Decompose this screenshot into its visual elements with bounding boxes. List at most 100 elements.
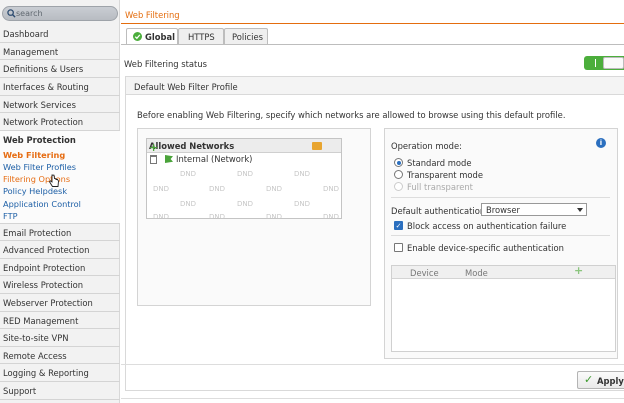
sidebar-item-web-protection[interactable]: Web Protection Web Filtering Web Filter … — [0, 131, 120, 224]
sidebar-item-label: Email Protection — [3, 228, 72, 238]
radio-transparent-mode-label[interactable]: Transparent mode — [407, 170, 483, 180]
network-flag-icon — [165, 155, 173, 163]
search-placeholder: search — [16, 9, 43, 18]
profile-title: Default Web Filter Profile — [134, 82, 238, 92]
sidebar-item-logging-reporting[interactable]: Logging & Reporting — [0, 364, 120, 382]
dnd-watermark: DND — [180, 170, 197, 178]
list-item[interactable]: Internal (Network) — [147, 153, 341, 166]
web-filtering-status-toggle[interactable] — [584, 56, 624, 70]
sidebar-item-wireless-protection[interactable]: Wireless Protection — [0, 276, 120, 294]
tab-global[interactable]: Global — [126, 28, 178, 45]
page-title: Web Filtering — [125, 10, 180, 20]
sidebar-item-label: Remote Access — [3, 351, 67, 361]
sidebar-item-advanced-protection[interactable]: Advanced Protection — [0, 241, 120, 259]
check-circle-icon — [133, 32, 142, 41]
trash-icon[interactable] — [150, 155, 157, 164]
toggle-handle[interactable] — [603, 57, 624, 69]
dnd-watermark: DND — [294, 170, 311, 178]
profile-header: Default Web Filter Profile — [126, 77, 624, 95]
dnd-watermark: DND — [266, 185, 283, 193]
sidebar-subitem-filtering-options[interactable]: Filtering Options — [3, 174, 70, 184]
sidebar-subitem-ftp[interactable]: FTP — [3, 211, 18, 221]
operation-settings-panel: Operation mode: i Standard mode Transpar… — [384, 128, 618, 359]
allowed-networks-panel: Allowed Networks + Internal (Network) DN… — [137, 128, 371, 306]
default-authentication-select[interactable]: Browser — [481, 203, 587, 216]
radio-full-transparent — [394, 182, 403, 191]
sidebar-item-dashboard[interactable]: Dashboard — [0, 25, 120, 43]
sidebar-subitem-web-filtering[interactable]: Web Filtering — [3, 150, 65, 160]
sidebar-item-email-protection[interactable]: Email Protection — [0, 224, 120, 241]
sidebar-subitem-web-filter-profiles[interactable]: Web Filter Profiles — [3, 162, 76, 172]
select-value: Browser — [486, 205, 520, 215]
sidebar-item-label: Site-to-site VPN — [3, 333, 69, 343]
dnd-watermark: DND — [153, 213, 170, 221]
radio-standard-mode-label[interactable]: Standard mode — [407, 158, 472, 168]
sidebar: search Dashboard Management Definitions … — [0, 0, 120, 403]
sidebar-item-network-protection[interactable]: Network Protection — [0, 113, 120, 131]
tab-policies[interactable]: Policies — [224, 28, 268, 44]
folder-icon[interactable] — [312, 142, 322, 150]
chevron-down-icon — [577, 208, 583, 212]
network-name: Internal (Network) — [176, 154, 253, 164]
add-device-icon[interactable]: + — [574, 264, 583, 277]
sidebar-item-network-services[interactable]: Network Services — [0, 96, 120, 113]
device-table: Device Mode + — [391, 264, 616, 352]
sidebar-item-red-management[interactable]: RED Management — [0, 312, 120, 329]
sidebar-item-label: Interfaces & Routing — [3, 82, 89, 92]
sidebar-subitem-application-control[interactable]: Application Control — [3, 199, 81, 209]
column-header-device: Device — [410, 268, 439, 278]
radio-full-transparent-label: Full transparent — [407, 182, 473, 192]
radio-standard-mode[interactable] — [394, 158, 403, 167]
operation-mode-label: Operation mode: — [391, 141, 462, 151]
dnd-watermark: DND — [180, 200, 197, 208]
sidebar-item-label: Web Protection — [3, 135, 76, 145]
apply-button-label: Apply — [597, 376, 624, 386]
sidebar-item-label: Support — [3, 386, 37, 396]
sidebar-item-label: Management — [3, 47, 59, 57]
device-auth-checkbox[interactable] — [394, 243, 403, 252]
apply-button[interactable]: ✓ Apply — [577, 371, 624, 389]
dnd-watermark: DND — [266, 213, 283, 221]
sidebar-item-interfaces-routing[interactable]: Interfaces & Routing — [0, 78, 120, 96]
tab-divider — [121, 44, 624, 45]
block-access-checkbox[interactable]: ✓ — [394, 221, 403, 230]
dnd-watermark: DND — [323, 213, 340, 221]
sidebar-item-label: Logging & Reporting — [3, 368, 89, 378]
default-authentication-label: Default authentication: — [391, 206, 488, 216]
column-header-mode: Mode — [465, 268, 488, 278]
sidebar-item-webserver-protection[interactable]: Webserver Protection — [0, 294, 120, 312]
divider — [121, 398, 624, 399]
sidebar-item-label: Network Protection — [3, 117, 83, 127]
default-profile-panel: Default Web Filter Profile Before enabli… — [125, 76, 624, 391]
radio-transparent-mode[interactable] — [394, 170, 403, 179]
device-auth-label[interactable]: Enable device-specific authentication — [407, 243, 564, 253]
sidebar-item-label: Webserver Protection — [3, 298, 93, 308]
block-access-label[interactable]: Block access on authentication failure — [407, 221, 566, 231]
sidebar-item-label: Wireless Protection — [3, 280, 84, 290]
search-input[interactable]: search — [2, 6, 118, 21]
app-window: search Dashboard Management Definitions … — [0, 0, 624, 403]
tab-label: Global — [145, 32, 176, 42]
toggle-on-mark — [595, 59, 596, 67]
sidebar-item-label: Endpoint Protection — [3, 263, 86, 273]
profile-intro-text: Before enabling Web Filtering, specify w… — [137, 110, 566, 120]
allowed-networks-title: Allowed Networks — [149, 141, 235, 151]
divider — [391, 197, 610, 198]
sidebar-item-endpoint-protection[interactable]: Endpoint Protection — [0, 259, 120, 276]
sidebar-item-definitions-users[interactable]: Definitions & Users — [0, 60, 120, 78]
dnd-watermark: DND — [237, 200, 254, 208]
dnd-watermark: DND — [153, 185, 170, 193]
sidebar-item-label: RED Management — [3, 316, 79, 326]
sidebar-item-remote-access[interactable]: Remote Access — [0, 347, 120, 364]
sidebar-item-support[interactable]: Support — [0, 382, 120, 400]
web-filtering-status-label: Web Filtering status — [124, 59, 208, 69]
sidebar-item-site-to-site-vpn[interactable]: Site-to-site VPN — [0, 329, 120, 347]
divider — [391, 235, 610, 236]
tab-https[interactable]: HTTPS — [178, 28, 224, 44]
dnd-watermark: DND — [209, 185, 226, 193]
allowed-networks-box[interactable]: Allowed Networks + Internal (Network) DN… — [146, 138, 342, 221]
dnd-watermark: DND — [237, 170, 254, 178]
sidebar-item-management[interactable]: Management — [0, 43, 120, 60]
sidebar-item-label: Advanced Protection — [3, 245, 90, 255]
info-icon[interactable]: i — [596, 138, 606, 148]
